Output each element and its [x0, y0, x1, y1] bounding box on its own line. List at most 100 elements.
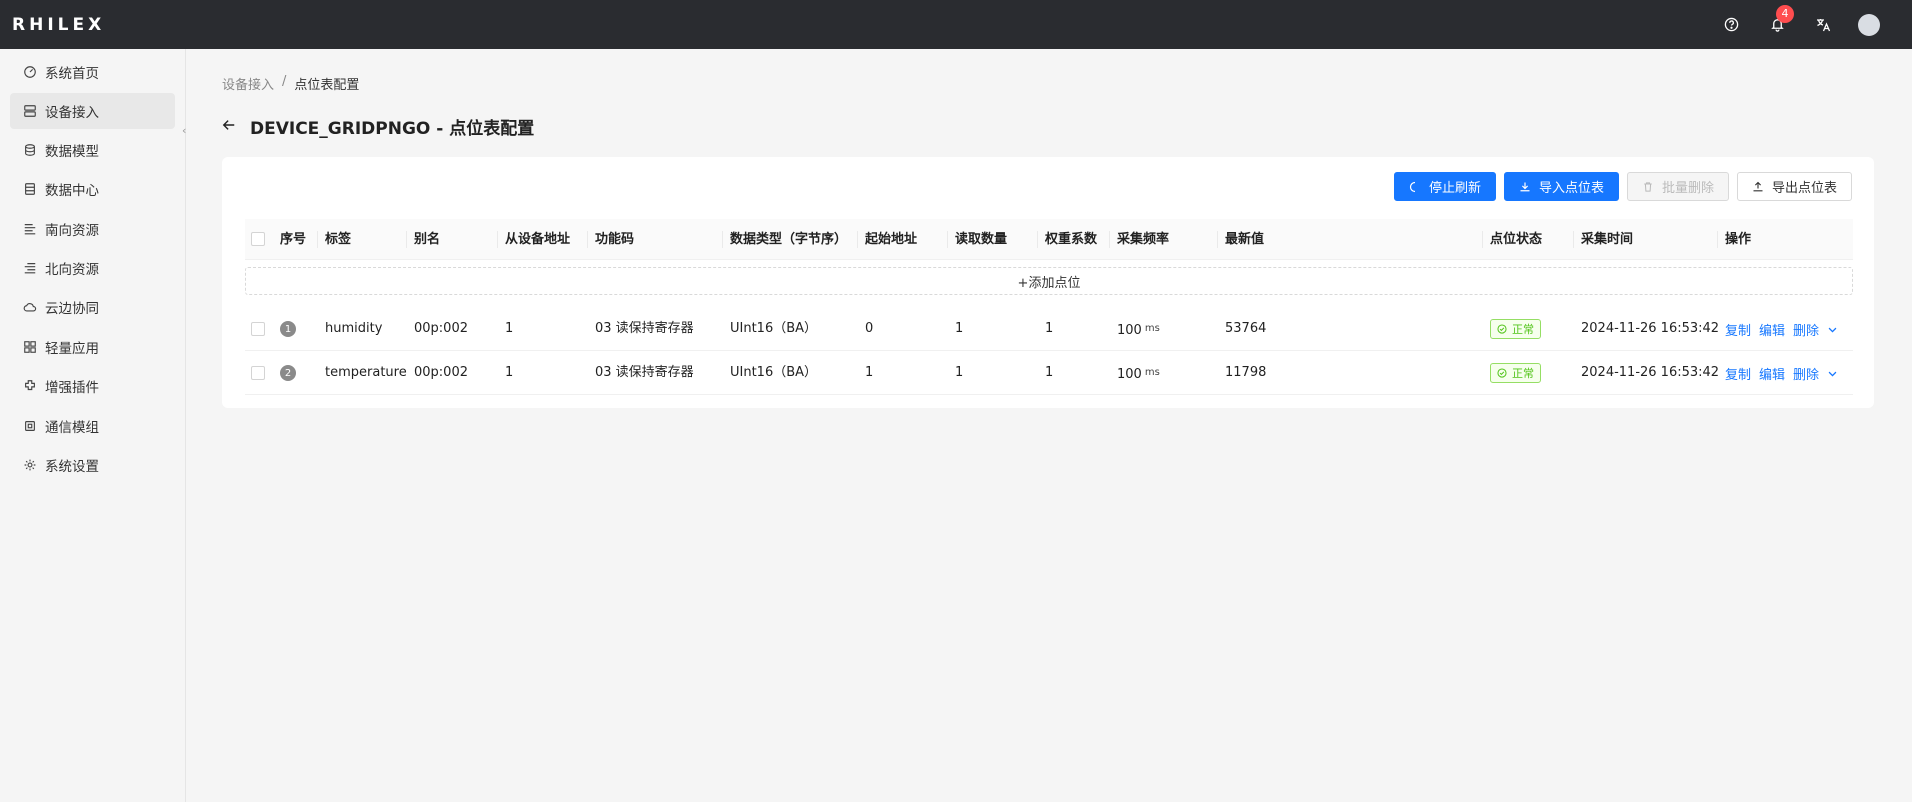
edit-link[interactable]: 编辑	[1759, 320, 1785, 339]
sidebar-item-settings[interactable]: 系统设置	[10, 447, 175, 483]
export-points-label: 导出点位表	[1771, 181, 1837, 196]
dashboard-icon	[24, 66, 36, 78]
top-bar: RHILEX 4	[0, 0, 1912, 49]
sidebar-item-label: 数据中心	[45, 183, 99, 199]
breadcrumb-separator: /	[282, 74, 287, 89]
cell-start-addr: 1	[865, 365, 874, 380]
column-header: 从设备地址	[496, 219, 570, 260]
cell-alias: 00p:002	[414, 365, 468, 380]
cell-slave-addr: 1	[505, 321, 514, 336]
sidebar-item-home[interactable]: 系统首页	[10, 54, 175, 90]
top-actions: 4	[1720, 0, 1912, 49]
notification-count-badge: 4	[1776, 4, 1794, 23]
column-header: 权重系数	[1036, 219, 1097, 260]
row-index-badge: 1	[280, 321, 296, 337]
cell-data-type: UInt16（BA）	[730, 365, 818, 380]
column-header: 点位状态	[1481, 219, 1542, 260]
cell-latest-value: 53764	[1225, 321, 1267, 336]
column-header: 序号	[280, 232, 307, 247]
table-icon	[25, 183, 35, 195]
sidebar-item-light-apps[interactable]: 轻量应用	[10, 329, 175, 365]
sidebar-collapse-chevron-icon[interactable]: ‹	[182, 124, 186, 137]
stop-refresh-label: 停止刷新	[1428, 181, 1481, 196]
brand-logo: RHILEX	[12, 14, 106, 35]
select-all-checkbox[interactable]	[251, 232, 265, 246]
trash-icon	[1644, 181, 1652, 192]
delete-link[interactable]: 删除	[1793, 320, 1819, 339]
status-badge: 正常	[1490, 363, 1541, 383]
chevron-down-icon[interactable]	[1827, 324, 1838, 335]
stop-refresh-button[interactable]: 停止刷新	[1393, 172, 1496, 201]
delete-link[interactable]: 删除	[1793, 364, 1819, 383]
column-header: 读取数量	[946, 219, 1007, 260]
user-avatar[interactable]	[1858, 13, 1880, 36]
cell-weight: 1	[1045, 365, 1054, 380]
row-checkbox[interactable]	[251, 366, 265, 380]
loading-icon	[1409, 181, 1416, 192]
cell-slave-addr: 1	[505, 365, 514, 380]
cloud-icon	[23, 303, 37, 312]
import-points-button[interactable]: 导入点位表	[1503, 172, 1619, 201]
column-header: 数据类型（字节序）	[721, 219, 847, 260]
sidebar-item-southbound[interactable]: 南向资源	[10, 211, 175, 247]
batch-delete-button[interactable]: 批量删除	[1626, 172, 1729, 201]
sidebar-item-data-center[interactable]: 数据中心	[10, 171, 175, 207]
column-header: 别名	[405, 219, 440, 260]
table-row: 2 temperature 00p:002 1 03 读保持寄存器 UInt16…	[245, 351, 1853, 395]
copy-link[interactable]: 复制	[1725, 320, 1751, 339]
sidebar-item-devices[interactable]: 设备接入	[10, 93, 175, 129]
sidebar-item-cloud-edge[interactable]: 云边协同	[10, 289, 175, 325]
frequency-value: 100	[1117, 323, 1142, 338]
copy-link[interactable]: 复制	[1725, 364, 1751, 383]
sidebar-item-data-model[interactable]: 数据模型	[10, 132, 175, 168]
sidebar-item-northbound[interactable]: 北向资源	[10, 250, 175, 286]
page-title-row: DEVICE_GRIDPNGO - 点位表配置	[222, 114, 534, 139]
table-toolbar: 停止刷新 导入点位表 批量删除 导出点位表	[1393, 172, 1852, 201]
sidebar-item-plugins[interactable]: 增强插件	[10, 368, 175, 404]
sidebar-item-label: 设备接入	[45, 105, 99, 121]
add-point-button[interactable]: +添加点位	[245, 267, 1853, 295]
row-checkbox[interactable]	[251, 322, 265, 336]
sidebar-item-label: 轻量应用	[45, 341, 99, 357]
chip-icon	[25, 421, 35, 431]
cell-read-count: 1	[955, 365, 964, 380]
cell-weight: 1	[1045, 321, 1054, 336]
batch-delete-label: 批量删除	[1661, 181, 1714, 196]
gear-icon	[24, 459, 36, 471]
help-icon[interactable]	[1720, 14, 1742, 36]
sidebar-item-label: 通信模组	[45, 420, 99, 436]
edit-link[interactable]: 编辑	[1759, 364, 1785, 383]
sidebar-item-label: 系统首页	[45, 66, 99, 82]
frequency-unit: ms	[1144, 323, 1160, 334]
list-icon	[24, 224, 36, 235]
column-header: 功能码	[586, 219, 634, 260]
cell-collect-time: 2024-11-26 16:53:42	[1581, 321, 1720, 336]
cell-frequency: 100 ms	[1117, 307, 1160, 351]
export-points-button[interactable]: 导出点位表	[1736, 172, 1852, 201]
status-label: 正常	[1512, 323, 1534, 336]
database-icon	[25, 144, 35, 156]
sidebar-item-label: 南向资源	[45, 223, 99, 239]
back-arrow-icon[interactable]	[222, 117, 236, 137]
breadcrumb-current: 点位表配置	[294, 78, 360, 93]
status-label: 正常	[1512, 367, 1534, 380]
table-row: 1 humidity 00p:002 1 03 读保持寄存器 UInt16（BA…	[245, 307, 1853, 351]
sidebar-item-label: 北向资源	[45, 262, 99, 278]
chevron-down-icon[interactable]	[1827, 368, 1838, 379]
column-header: 最新值	[1216, 219, 1264, 260]
cell-latest-value: 11798	[1225, 365, 1267, 380]
translate-icon[interactable]	[1812, 14, 1834, 36]
list-icon	[24, 263, 36, 274]
cell-start-addr: 0	[865, 321, 874, 336]
breadcrumb-parent[interactable]: 设备接入	[222, 74, 274, 93]
cell-frequency: 100 ms	[1117, 351, 1160, 395]
table-header: 序号 标签 别名 从设备地址 功能码 数据类型（字节序） 起始地址 读取数量 权…	[245, 219, 1853, 260]
status-badge: 正常	[1490, 319, 1541, 339]
frequency-unit: ms	[1144, 367, 1160, 378]
column-header: 采集频率	[1108, 219, 1169, 260]
apps-icon	[24, 341, 36, 353]
frequency-value: 100	[1117, 367, 1142, 382]
sidebar-item-comm-modules[interactable]: 通信模组	[10, 408, 175, 444]
notification-bell-icon[interactable]: 4	[1766, 4, 1794, 36]
cell-data-type: UInt16（BA）	[730, 321, 818, 336]
